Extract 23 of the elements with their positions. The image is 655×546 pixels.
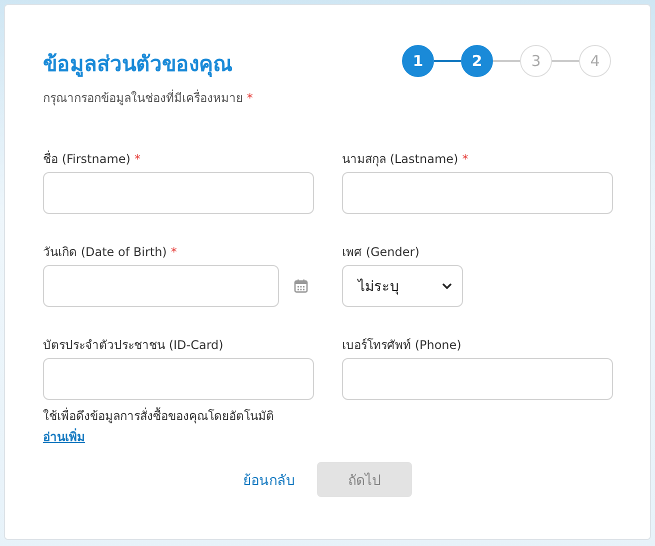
help-text: ใช้เพื่อดึงข้อมูลการสั่งซื้อของคุณโดยอัตโนมัติ (43, 406, 274, 425)
chevron-down-icon (442, 283, 452, 289)
step-indicator: 3 (520, 45, 552, 77)
input-field[interactable] (43, 358, 314, 400)
field-label: นามสกุล (Lastname) * (342, 151, 468, 166)
back-link[interactable]: ย้อนกลับ (243, 468, 295, 490)
input-field[interactable] (43, 172, 314, 214)
gender-select[interactable]: ไม่ระบุ (342, 265, 463, 307)
step-indicator: 4 (579, 45, 611, 77)
form-title: ข้อมูลส่วนตัวของคุณ (43, 51, 233, 79)
step-indicator: 1 (402, 45, 434, 77)
field-label: เพศ (Gender) (342, 244, 420, 259)
form-subtitle: กรุณากรอกข้อมูลในช่องที่มีเครื่องหมาย * (43, 88, 253, 107)
field-label: เบอร์โทรศัพท์ (Phone) (342, 337, 462, 352)
date-field[interactable] (43, 265, 279, 307)
field-label: ชื่อ (Firstname) * (43, 150, 140, 166)
input-field[interactable] (342, 358, 613, 400)
calendar-icon[interactable] (294, 279, 308, 293)
input-field[interactable] (342, 172, 613, 214)
field-label: วันเกิด (Date of Birth) * (43, 244, 177, 259)
step-indicator: 2 (461, 45, 493, 77)
read-more-link[interactable]: อ่านเพิ่ม (43, 427, 85, 446)
field-label: บัตรประจำตัวประชาชน (ID-Card) (43, 337, 224, 352)
